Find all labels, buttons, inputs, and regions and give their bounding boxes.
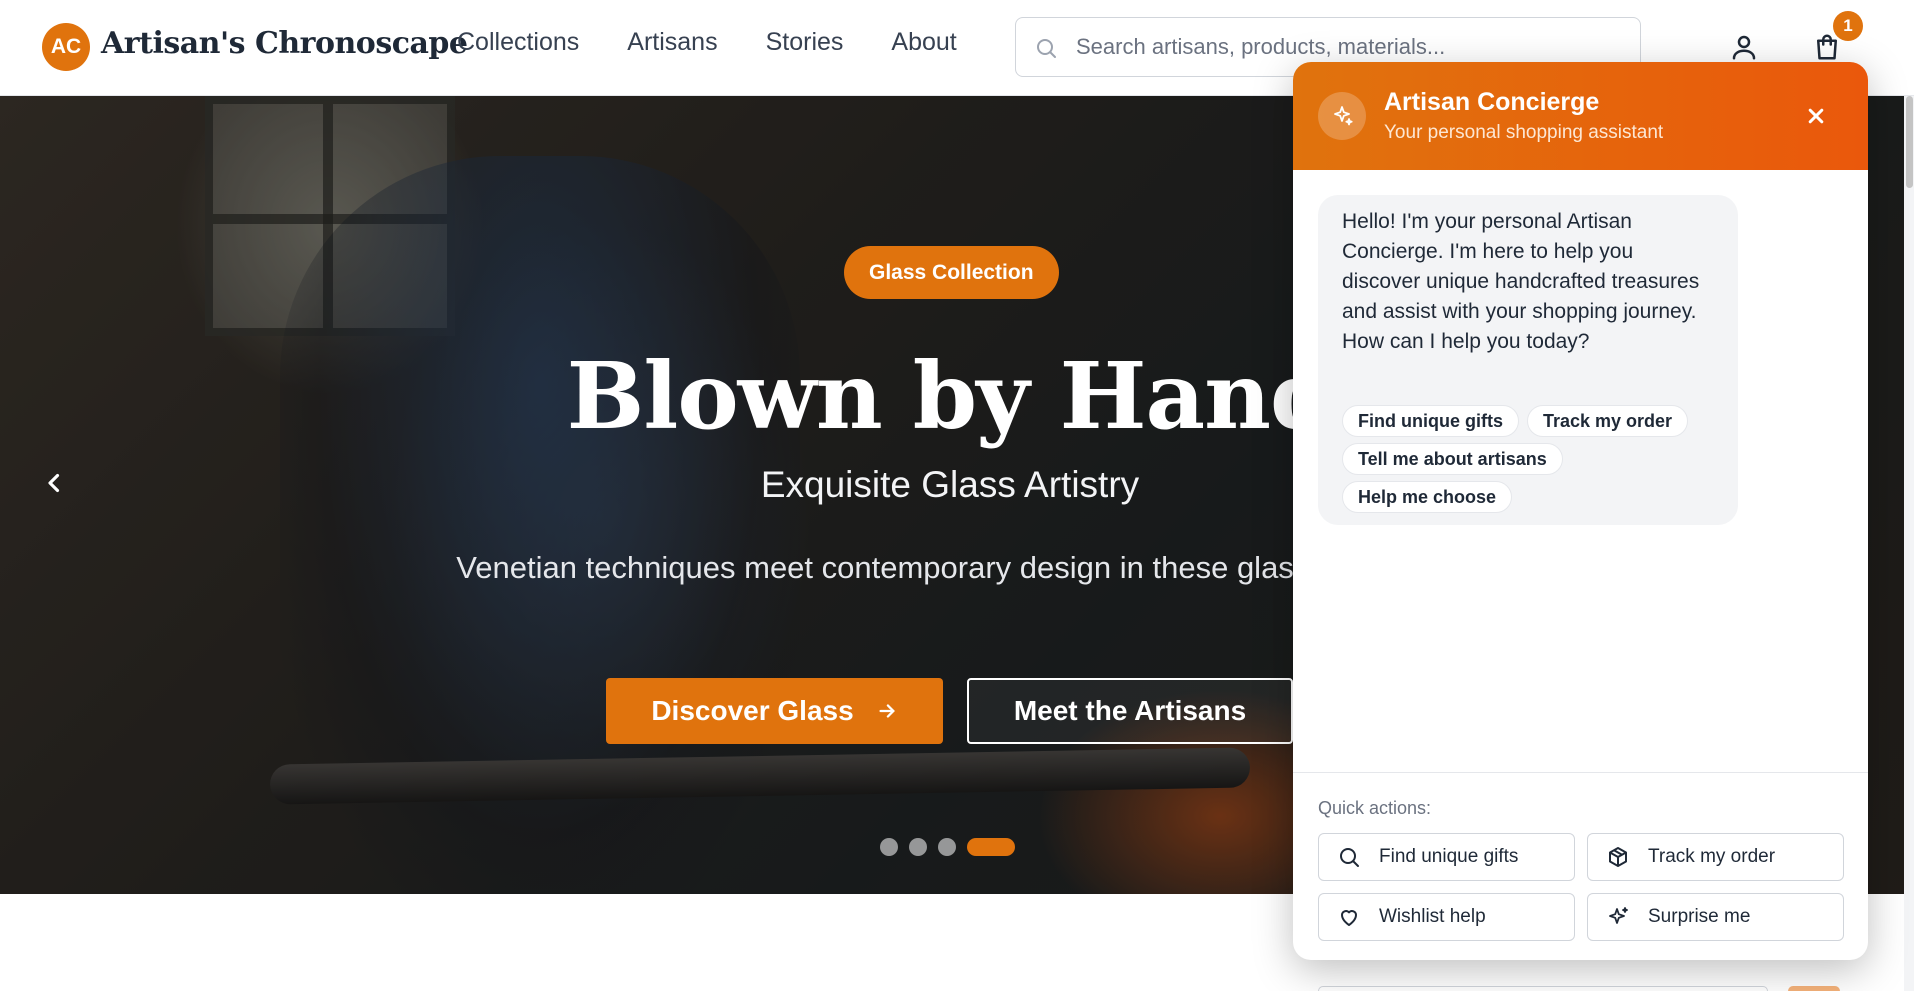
suggestion-chips: Find unique gifts Track my order Tell me… (1342, 405, 1722, 513)
nav-collections[interactable]: Collections (457, 28, 579, 57)
chat-subtitle: Your personal shopping assistant (1384, 122, 1664, 143)
chat-avatar (1318, 92, 1366, 140)
carousel-dot[interactable] (880, 838, 898, 856)
assistant-message-text: Hello! I'm your personal Artisan Concier… (1342, 210, 1700, 353)
meet-artisans-button[interactable]: Meet the Artisans (967, 678, 1293, 744)
quick-action-label: Find unique gifts (1379, 846, 1519, 867)
brand-name[interactable]: Artisan's Chronoscape (101, 26, 468, 61)
sparkles-icon (1334, 106, 1353, 126)
quick-action-wishlist[interactable]: Wishlist help (1318, 893, 1575, 941)
assistant-message: Hello! I'm your personal Artisan Concier… (1318, 195, 1738, 525)
close-icon[interactable] (1802, 102, 1830, 130)
collection-badge: Glass Collection (844, 246, 1059, 299)
discover-glass-button[interactable]: Discover Glass (606, 678, 943, 744)
heart-icon (1341, 910, 1357, 926)
below-fold-button[interactable] (1788, 986, 1840, 991)
arrow-right-icon (879, 704, 895, 718)
quick-action-find-gifts[interactable]: Find unique gifts (1318, 833, 1575, 881)
quick-actions-divider (1293, 772, 1868, 773)
suggestion-find-gifts[interactable]: Find unique gifts (1342, 405, 1519, 437)
below-fold-input[interactable] (1318, 986, 1768, 991)
main-nav: Collections Artisans Stories About (457, 28, 957, 57)
cart-count-badge: 1 (1833, 11, 1863, 41)
quick-action-track-order[interactable]: Track my order (1587, 833, 1844, 881)
search-icon (1340, 848, 1359, 867)
carousel-dot-active[interactable] (967, 838, 1015, 856)
search-icon (1037, 39, 1056, 58)
chat-title: Artisan Concierge (1384, 88, 1600, 116)
nav-about[interactable]: About (891, 28, 956, 57)
quick-action-label: Surprise me (1648, 906, 1751, 927)
carousel-dot[interactable] (938, 838, 956, 856)
suggestion-track-order[interactable]: Track my order (1526, 405, 1689, 437)
nav-artisans[interactable]: Artisans (627, 28, 717, 57)
quick-action-label: Wishlist help (1379, 906, 1486, 927)
logo-badge[interactable]: AC (42, 23, 90, 71)
page-scrollbar-thumb[interactable] (1906, 96, 1913, 188)
concierge-chat-panel: Artisan Concierge Your personal shopping… (1293, 62, 1868, 960)
quick-action-surprise[interactable]: Surprise me (1587, 893, 1844, 941)
chat-header: Artisan Concierge Your personal shopping… (1293, 62, 1868, 170)
package-icon (1609, 847, 1627, 867)
hero-title: Blown by Hand (566, 342, 1335, 450)
chevron-left-icon[interactable] (40, 468, 70, 498)
user-icon[interactable] (1729, 32, 1759, 62)
hero-subtitle: Exquisite Glass Artistry (760, 464, 1140, 505)
discover-glass-label: Discover Glass (651, 695, 854, 726)
quick-actions-label: Quick actions: (1318, 798, 1432, 818)
carousel-dots (880, 838, 1015, 856)
carousel-dot[interactable] (909, 838, 927, 856)
suggestion-help-choose[interactable]: Help me choose (1342, 481, 1513, 513)
quick-action-label: Track my order (1648, 846, 1776, 867)
page-scrollbar[interactable] (1904, 96, 1914, 991)
nav-stories[interactable]: Stories (766, 28, 844, 57)
suggestion-about-artisans[interactable]: Tell me about artisans (1342, 443, 1563, 475)
sparkles-icon (1609, 907, 1628, 924)
